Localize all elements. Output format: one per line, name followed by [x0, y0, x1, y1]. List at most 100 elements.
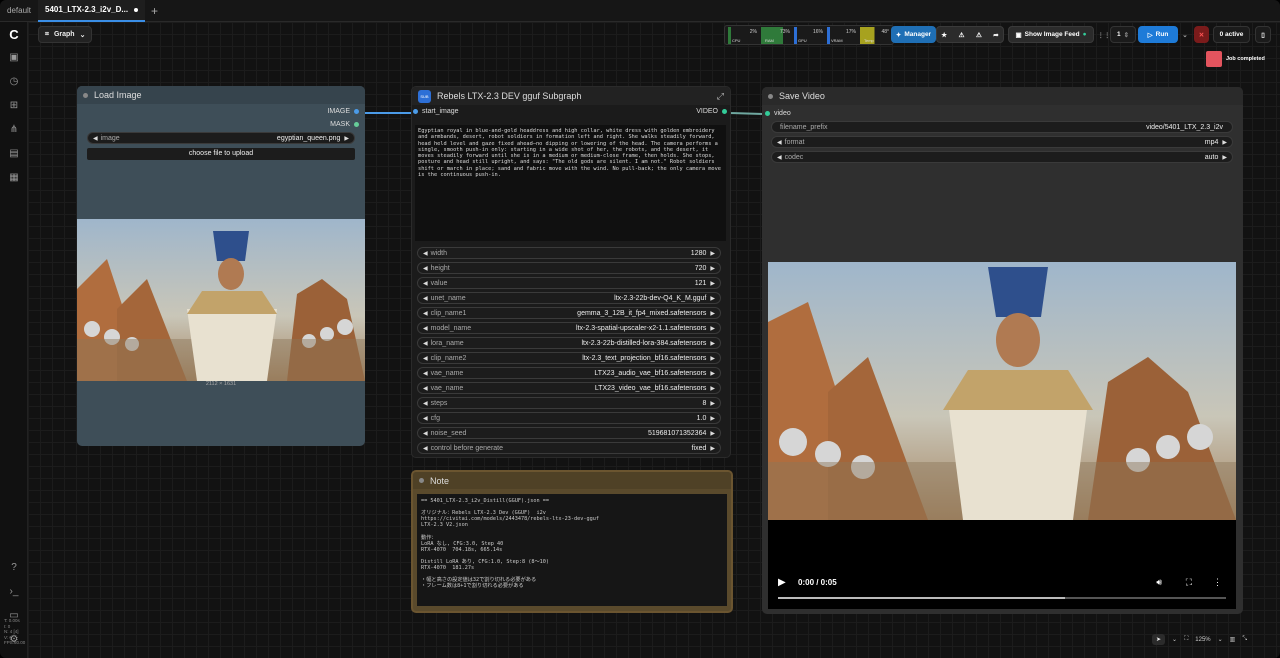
- output-mask-slot[interactable]: MASK: [330, 121, 359, 128]
- warning-icon[interactable]: ⚠: [959, 31, 965, 39]
- stat-temp: 48° Temp: [860, 27, 890, 44]
- image-combo-widget[interactable]: ◀ image egyptian_queen.png ▶: [87, 132, 355, 144]
- note-textarea[interactable]: == 5401_LTX-2.3_i2v_Distill(GGUF).json =…: [417, 494, 727, 606]
- alert-icon[interactable]: ⚠: [976, 31, 982, 39]
- right-arrow-icon[interactable]: ▶: [710, 415, 715, 422]
- widget-vae_name[interactable]: ◀ vae_name LTX23_video_vae_bf16.safetensor…: [417, 382, 721, 394]
- slot-dot-icon[interactable]: [354, 122, 359, 127]
- fullscreen-icon[interactable]: ⛶: [1186, 577, 1192, 588]
- widget-noise_seed[interactable]: ◀ noise_seed 519681071352364 ▶: [417, 427, 721, 439]
- widget-clip_name2[interactable]: ◀ clip_name2 ltx-2.3_text_projection_bf16.…: [417, 352, 721, 364]
- graph-menu-button[interactable]: ⌗ Graph ⌄: [38, 26, 93, 43]
- minimap-icon[interactable]: ▥: [1230, 636, 1236, 643]
- right-arrow-icon[interactable]: ▶: [710, 445, 715, 452]
- node-title: Save Video: [779, 91, 825, 101]
- collapse-dot-icon[interactable]: [768, 93, 773, 99]
- right-arrow-icon[interactable]: ▶: [710, 370, 715, 377]
- right-arrow-icon[interactable]: ▶: [1222, 154, 1227, 161]
- play-icon[interactable]: ▶: [778, 577, 786, 588]
- right-arrow-icon[interactable]: ▶: [710, 295, 715, 302]
- stat-label: Temp: [864, 38, 874, 43]
- chevron-down-icon[interactable]: ⌄: [1218, 636, 1223, 643]
- toggle-panel-button[interactable]: ▯: [1255, 26, 1271, 43]
- right-arrow-icon[interactable]: ▶: [710, 355, 715, 362]
- upload-button[interactable]: choose file to upload: [87, 148, 355, 160]
- slot-dot-icon[interactable]: [765, 111, 770, 116]
- run-options-chevron-icon[interactable]: ⌄: [1180, 26, 1190, 43]
- save-video-node[interactable]: Save Video video filename_prefix video/54…: [762, 87, 1243, 614]
- video-player[interactable]: ▶ 0:00 / 0:05 🔊︎ ⛶ ⋮: [768, 262, 1236, 609]
- subgraph-node[interactable]: SUB Rebels LTX-2.3 DEV gguf Subgraph ⤢ sta…: [411, 86, 731, 458]
- right-arrow-icon[interactable]: ▶: [710, 385, 715, 392]
- right-arrow-icon[interactable]: ▶: [710, 400, 715, 407]
- right-arrow-icon[interactable]: ▶: [710, 340, 715, 347]
- node-title-bar[interactable]: Note: [413, 472, 731, 489]
- right-arrow-icon[interactable]: ▶: [710, 250, 715, 257]
- widget-cfg[interactable]: ◀ cfg 1.0 ▶: [417, 412, 721, 424]
- show-image-feed-button[interactable]: ▣ Show Image Feed ●: [1008, 26, 1094, 43]
- expand-icon[interactable]: ⤢: [717, 91, 724, 102]
- widget-model_name[interactable]: ◀ model_name ltx-2.3-spatial-upscaler-x2-1…: [417, 322, 721, 334]
- slot-label: video: [774, 110, 791, 117]
- queue-active-button[interactable]: 0 active: [1213, 26, 1250, 43]
- drag-handle-icon[interactable]: ⋮⋮: [1098, 26, 1111, 43]
- fit-view-icon[interactable]: ⛶: [1184, 636, 1188, 643]
- codec-widget[interactable]: ◀ codec auto ▶: [771, 151, 1233, 163]
- output-video-slot[interactable]: VIDEO: [696, 108, 727, 115]
- widget-value[interactable]: ◀ value 121 ▶: [417, 277, 721, 289]
- chevron-down-icon: ⌄: [79, 31, 86, 39]
- prompt-textarea[interactable]: Egyptian royal in blue-and-gold headdres…: [415, 125, 726, 241]
- load-image-node[interactable]: Load Image IMAGE MASK ◀ image egyptian_que…: [77, 86, 365, 446]
- chevron-down-icon[interactable]: ⌄: [1172, 636, 1177, 643]
- filename-prefix-widget[interactable]: filename_prefix video/5401_LTX_2.3_i2v: [771, 121, 1233, 133]
- slot-dot-icon[interactable]: [354, 109, 359, 114]
- node-title-bar[interactable]: Save Video: [762, 87, 1243, 105]
- widget-clip_name1[interactable]: ◀ clip_name1 gemma_3_12B_it_fp4_mixed.safe…: [417, 307, 721, 319]
- slot-dot-icon[interactable]: [413, 109, 418, 114]
- widget-lora_name[interactable]: ◀ lora_name ltx-2.3-22b-distilled-lora-384…: [417, 337, 721, 349]
- manager-button[interactable]: ✦ Manager: [891, 26, 936, 43]
- right-arrow-icon[interactable]: ▶: [710, 325, 715, 332]
- right-arrow-icon[interactable]: ▶: [710, 280, 715, 287]
- video-progress-bar[interactable]: [778, 597, 1226, 599]
- node-title-bar[interactable]: SUB Rebels LTX-2.3 DEV gguf Subgraph ⤢: [412, 87, 730, 105]
- volume-icon[interactable]: 🔊︎: [1156, 577, 1162, 588]
- link-visibility-icon[interactable]: ⤡: [1242, 636, 1247, 643]
- right-arrow-icon[interactable]: ▶: [710, 265, 715, 272]
- widget-height[interactable]: ◀ height 720 ▶: [417, 262, 721, 274]
- note-node[interactable]: Note == 5401_LTX-2.3_i2v_Distill(GGUF).j…: [411, 470, 733, 613]
- format-widget[interactable]: ◀ format mp4 ▶: [771, 136, 1233, 148]
- batch-count-input[interactable]: 1 ⇕: [1110, 26, 1136, 43]
- input-video-slot[interactable]: video: [765, 110, 791, 117]
- widget-label: width: [430, 249, 447, 257]
- right-arrow-icon[interactable]: ▶: [710, 310, 715, 317]
- graph-label: Graph: [53, 31, 75, 38]
- output-image-slot[interactable]: IMAGE: [327, 108, 359, 115]
- job-completed-toast[interactable]: Job completed: [1206, 50, 1274, 67]
- right-arrow-icon[interactable]: ▶: [710, 430, 715, 437]
- collapse-dot-icon[interactable]: [419, 478, 424, 483]
- zoom-level[interactable]: 125%: [1195, 637, 1210, 643]
- collapse-dot-icon[interactable]: [83, 92, 88, 98]
- right-arrow-icon[interactable]: ▶: [344, 135, 349, 142]
- video-controls: ▶ 0:00 / 0:05 🔊︎ ⛶ ⋮: [768, 524, 1236, 609]
- widget-label: steps: [430, 399, 448, 407]
- star-icon[interactable]: ★: [941, 31, 947, 39]
- widget-steps[interactable]: ◀ steps 8 ▶: [417, 397, 721, 409]
- stat-label: GPU: [798, 38, 807, 43]
- input-start-image-slot[interactable]: start_image: [413, 108, 459, 115]
- widget-vae_name[interactable]: ◀ vae_name LTX23_audio_vae_bf16.safetensor…: [417, 367, 721, 379]
- widget-control-before-generate[interactable]: ◀ control before generate fixed ▶: [417, 442, 721, 454]
- right-arrow-icon[interactable]: ▶: [1222, 139, 1227, 146]
- node-title-bar[interactable]: Load Image: [77, 86, 365, 104]
- cancel-button[interactable]: ✕: [1194, 26, 1209, 43]
- widget-unet_name[interactable]: ◀ unet_name ltx-2.3-22b-dev-Q4_K_M.gguf ▶: [417, 292, 721, 304]
- more-options-icon[interactable]: ⋮: [1213, 577, 1222, 588]
- share-icon[interactable]: ➦: [993, 31, 998, 39]
- run-button[interactable]: ▷ Run: [1138, 26, 1178, 43]
- select-tool-icon[interactable]: ➤: [1152, 634, 1166, 645]
- slot-dot-icon[interactable]: [722, 109, 727, 114]
- check-icon: ●: [1082, 31, 1087, 38]
- widget-width[interactable]: ◀ width 1280 ▶: [417, 247, 721, 259]
- widget-value: ltx-2.3-22b-dev-Q4_K_M.gguf: [614, 294, 707, 302]
